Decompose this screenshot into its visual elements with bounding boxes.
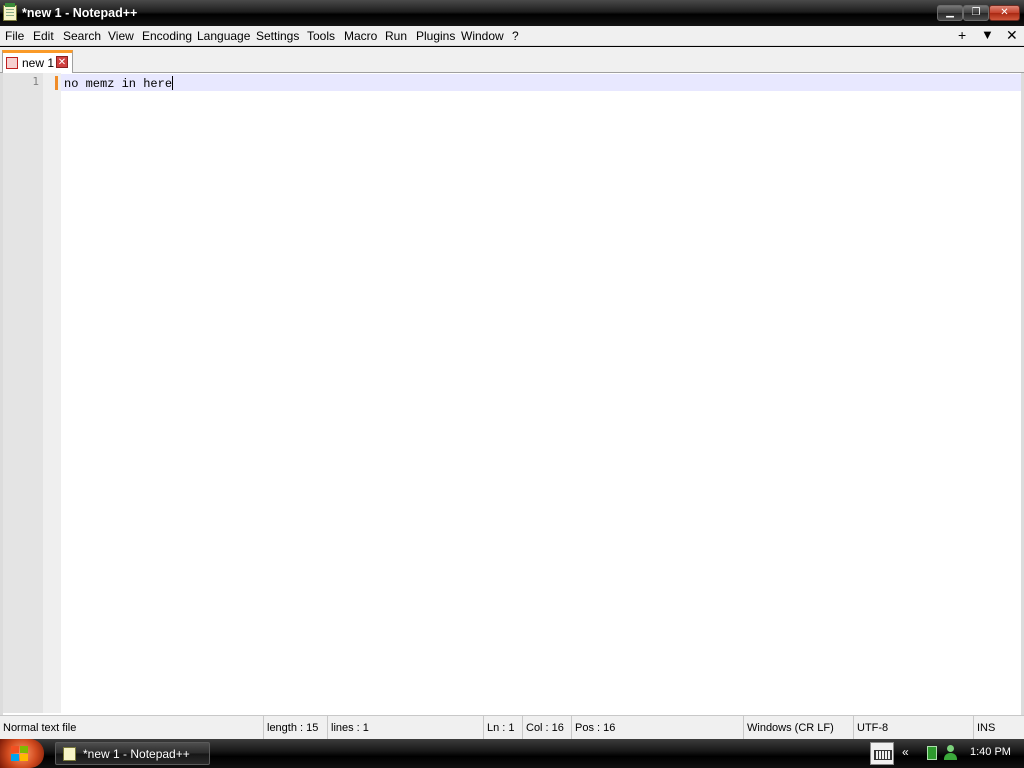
network-status-icon[interactable] [927,746,937,760]
taskbar-item-label: *new 1 - Notepad++ [83,747,190,761]
notepadpp-app-icon[interactable] [3,3,17,21]
line-number-gutter: 1 [3,73,61,713]
close-window-button[interactable]: ✕ [989,5,1020,21]
menu-settings[interactable]: Settings [256,29,299,43]
clock[interactable]: 1:40 PM [970,746,1011,758]
status-bar: Normal text file length : 15 lines : 1 L… [0,715,1024,740]
keyboard-icon[interactable] [870,742,894,765]
editor-area[interactable]: 1 no memz in here [0,73,1024,715]
taskbar: *new 1 - Notepad++ « 1:40 PM [0,739,1024,768]
tab-list-dropdown-icon[interactable]: ▼ [981,27,994,42]
title-bar: *new 1 - Notepad++ ▁ ❐ ✕ [0,0,1024,26]
status-pos: Pos : 16 [572,716,744,740]
menu-help[interactable]: ? [512,29,519,43]
menu-run[interactable]: Run [385,29,407,43]
menu-plugins[interactable]: Plugins [416,29,455,43]
show-hidden-icons-icon[interactable]: « [902,745,909,759]
menu-file[interactable]: File [5,29,24,43]
menu-search[interactable]: Search [63,29,101,43]
status-encoding[interactable]: UTF-8 [854,716,974,740]
start-button[interactable] [0,739,44,768]
editor-line-1[interactable]: no memz in here [64,77,172,91]
status-lines: lines : 1 [328,716,484,740]
tab-label: new 1 [22,56,55,70]
menu-macro[interactable]: Macro [344,29,377,43]
status-col: Col : 16 [523,716,572,740]
taskbar-item-notepadpp[interactable]: *new 1 - Notepad++ [55,742,210,765]
menu-tools[interactable]: Tools [307,29,335,43]
menu-language[interactable]: Language [197,29,250,43]
user-status-icon[interactable] [943,745,957,761]
menu-edit[interactable]: Edit [33,29,54,43]
unsaved-document-icon [6,57,18,69]
window-title: *new 1 - Notepad++ [22,6,138,20]
current-line-highlight [61,74,1021,91]
tab-close-icon[interactable]: ✕ [56,56,68,68]
editor-text[interactable]: no memz in here [64,76,174,91]
tab-new-1[interactable]: new 1 ✕ [2,50,73,73]
minimize-button[interactable]: ▁ [937,5,963,21]
notepadpp-icon [63,747,76,761]
menu-window[interactable]: Window [461,29,504,43]
windows-logo-icon [11,746,29,762]
new-tab-icon[interactable]: + [958,27,966,43]
status-length: length : 15 [264,716,328,740]
tab-bar: new 1 ✕ [0,47,1024,73]
system-tray: « 1:40 PM [862,739,1024,768]
status-file-type: Normal text file [0,716,264,740]
status-eol[interactable]: Windows (CR LF) [744,716,854,740]
fold-margin[interactable] [43,73,61,713]
menu-view[interactable]: View [108,29,134,43]
menu-bar: File Edit Search View Encoding Language … [0,26,1024,46]
line-number: 1 [32,75,39,88]
restore-button[interactable]: ❐ [963,5,989,21]
text-caret [172,76,174,90]
change-history-marker [55,76,58,90]
status-insert-mode[interactable]: INS [974,716,1024,740]
close-doc-icon[interactable]: ✕ [1006,27,1018,44]
menu-encoding[interactable]: Encoding [142,29,192,43]
status-ln: Ln : 1 [484,716,523,740]
